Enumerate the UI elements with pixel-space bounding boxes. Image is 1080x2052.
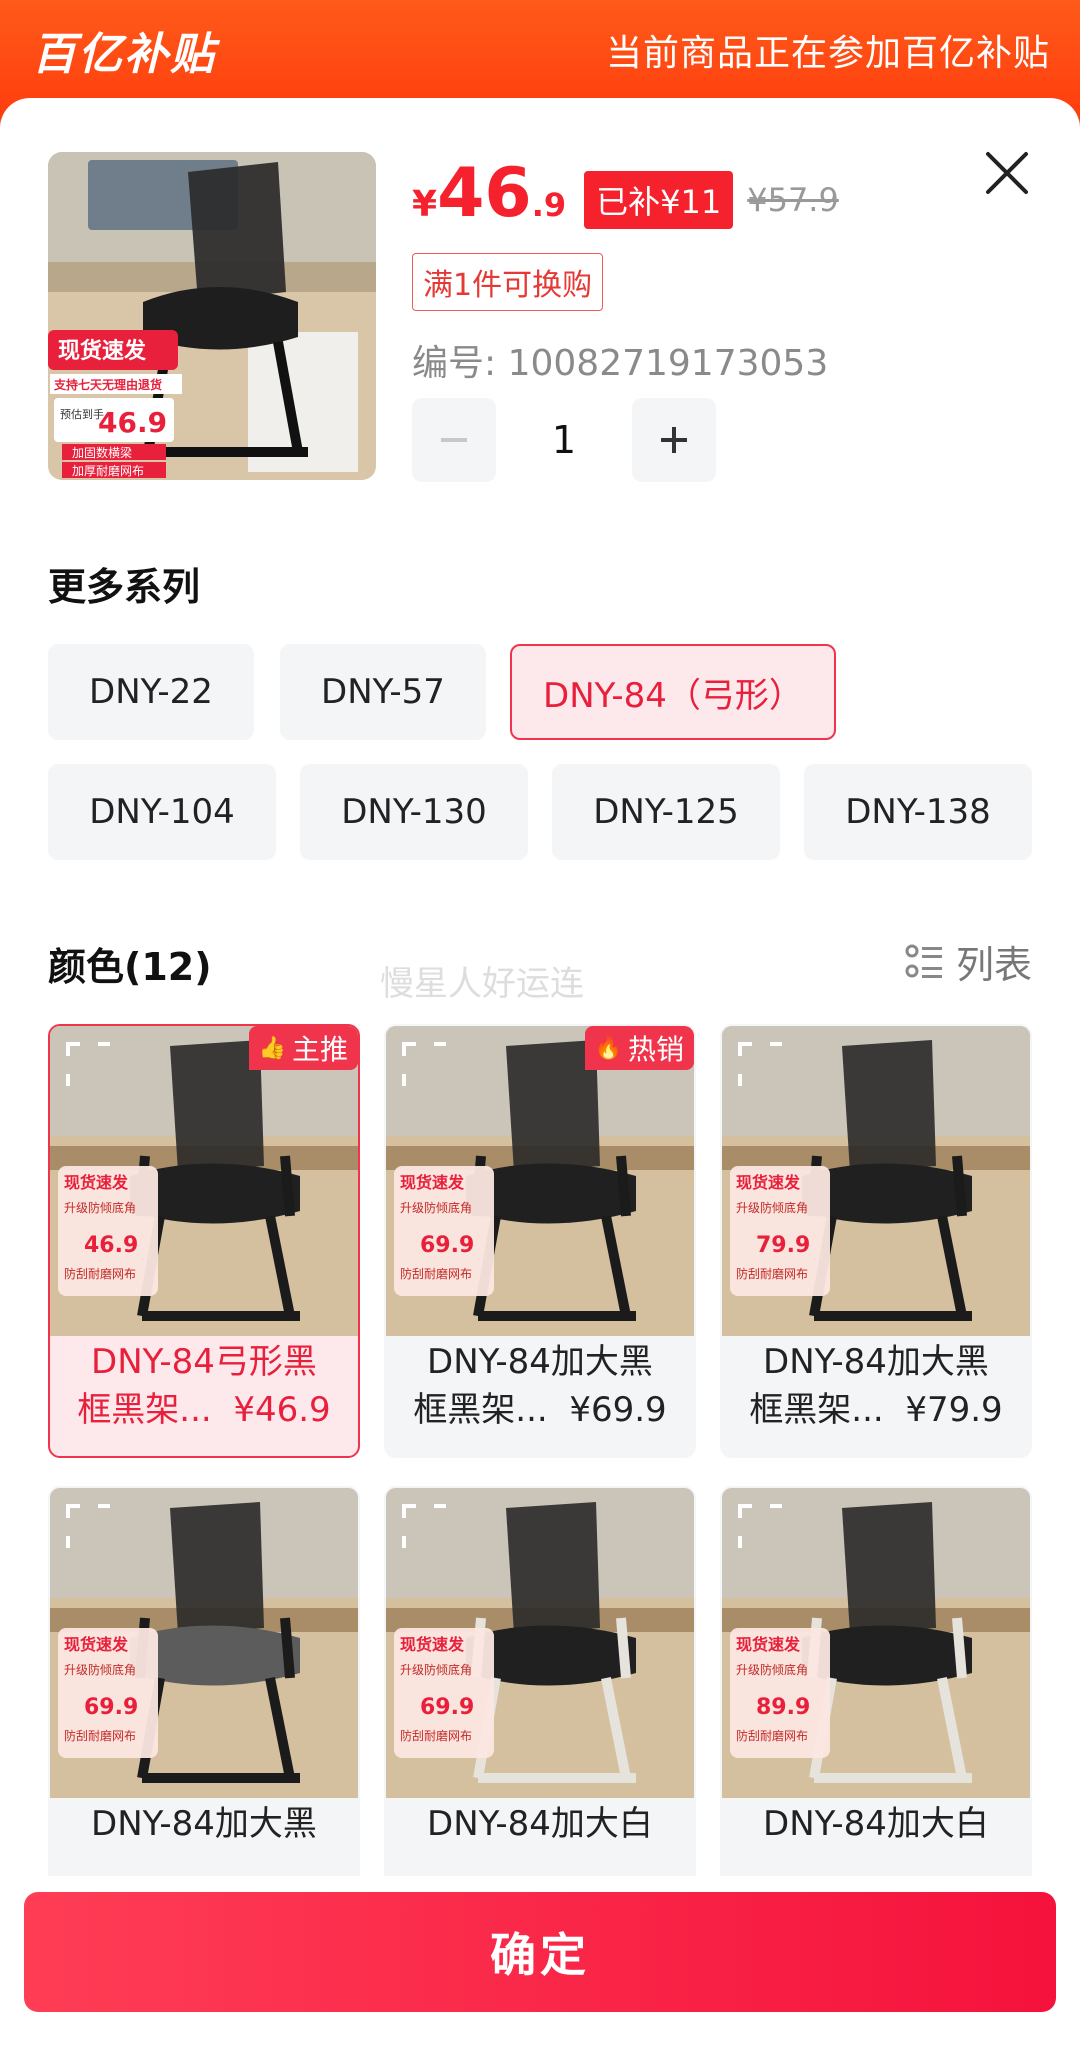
series-chip-selected[interactable]: DNY-84（弓形） bbox=[510, 644, 836, 740]
increase-quantity-button[interactable] bbox=[632, 398, 716, 482]
overlay-feature-2: 加厚耐磨网布 bbox=[72, 464, 144, 478]
color-option-label: DNY-84加大白 bbox=[386, 1800, 694, 1848]
color-option-card[interactable]: 现货速发升级防倾底角 69.9 防刮耐磨网布 DNY-84加大黑 框黑架... ¥69.… bbox=[384, 1024, 696, 1458]
color-option-name: DNY-84弓形黑 bbox=[91, 1342, 317, 1382]
list-view-label: 列表 bbox=[955, 942, 1032, 987]
card-overlay-mesh: 防刮耐磨网布 bbox=[64, 1728, 136, 1743]
color-option-card[interactable]: 现货速发升级防倾底角 89.9 防刮耐磨网布 DNY-84加大白 bbox=[720, 1486, 1032, 1920]
badge-label: 主推 bbox=[291, 1033, 348, 1066]
price-integer: 46 bbox=[437, 154, 532, 233]
color-option-image: 现货速发升级防倾底角 69.9 防刮耐磨网布 bbox=[50, 1488, 358, 1798]
overlay-fast-ship: 现货速发 bbox=[58, 338, 147, 364]
color-option-card[interactable]: 现货速发升级防倾底角 46.9 防刮耐磨网布 DNY-84弓形黑 框黑架... ¥46.… bbox=[48, 1024, 360, 1458]
series-chip[interactable]: DNY-130 bbox=[300, 764, 528, 860]
plus-icon bbox=[661, 427, 687, 453]
card-overlay-price: 69.9 bbox=[84, 1695, 138, 1720]
decrease-quantity-button[interactable] bbox=[412, 398, 496, 482]
color-option-name: DNY-84加大黑 bbox=[427, 1342, 653, 1382]
series-section-title: 更多系列 bbox=[48, 565, 201, 609]
series-chip[interactable]: DNY-57 bbox=[280, 644, 486, 740]
color-option-image: 现货速发升级防倾底角 69.9 防刮耐磨网布 bbox=[386, 1026, 694, 1336]
bottom-action-bar: 确定 bbox=[0, 1876, 1080, 2052]
overlay-est-price: 46.9 bbox=[98, 406, 167, 439]
color-option-image: 现货速发升级防倾底角 89.9 防刮耐磨网布 bbox=[722, 1488, 1030, 1798]
color-option-name: DNY-84加大黑 bbox=[91, 1804, 317, 1844]
color-section-title: 颜色(12) bbox=[48, 945, 212, 989]
badge-label: 热销 bbox=[627, 1033, 684, 1066]
price-row: ¥ 46 .9 已补¥11 ¥57.9 bbox=[412, 160, 839, 240]
series-chip[interactable]: DNY-125 bbox=[552, 764, 780, 860]
card-overlay-fast-ship: 现货速发 bbox=[736, 1635, 801, 1654]
sku-selector-sheet: 现货速发 支持七天无理由退货 预估到手 46.9 加固数横梁 加厚耐磨网布 ¥ … bbox=[0, 98, 1080, 2052]
color-option-label: DNY-84加大黑 bbox=[50, 1800, 358, 1848]
card-overlay-feature: 升级防倾底角 bbox=[64, 1662, 136, 1677]
card-overlay-mesh: 防刮耐磨网布 bbox=[400, 1266, 472, 1281]
exchange-promo-tag: 满1件可换购 bbox=[412, 253, 604, 311]
overlay-return-policy: 支持七天无理由退货 bbox=[53, 377, 162, 392]
card-overlay-fast-ship: 现货速发 bbox=[64, 1635, 129, 1654]
card-overlay-feature: 升级防倾底角 bbox=[64, 1200, 136, 1215]
list-view-toggle[interactable]: 列表 bbox=[904, 936, 1032, 987]
card-overlay-mesh: 防刮耐磨网布 bbox=[64, 1266, 136, 1281]
subsidy-notice: 当前商品正在参加百亿补贴 bbox=[605, 33, 1050, 74]
thumbs-up-icon: 👍 bbox=[258, 1035, 286, 1061]
quantity-value[interactable]: 1 bbox=[496, 418, 632, 462]
color-option-badge: 👍 主推 bbox=[248, 1026, 358, 1070]
color-option-name: DNY-84加大黑 bbox=[763, 1342, 989, 1382]
color-option-label: DNY-84加大白 bbox=[722, 1800, 1030, 1848]
card-overlay-fast-ship: 现货速发 bbox=[400, 1635, 465, 1654]
card-overlay-price: 69.9 bbox=[420, 1695, 474, 1720]
color-option-image: 现货速发升级防倾底角 79.9 防刮耐磨网布 bbox=[722, 1026, 1030, 1336]
color-option-card[interactable]: 现货速发升级防倾底角 79.9 防刮耐磨网布 DNY-84加大黑 框黑架... ¥79.… bbox=[720, 1024, 1032, 1458]
list-icon bbox=[905, 944, 942, 978]
subsidy-logo: 百亿补贴 bbox=[32, 22, 216, 80]
color-option-label: DNY-84弓形黑 框黑架... ¥46.9 bbox=[50, 1338, 358, 1434]
card-overlay-mesh: 防刮耐磨网布 bbox=[736, 1266, 808, 1281]
color-option-badge: 🔥 热销 bbox=[584, 1026, 694, 1070]
color-option-price: 框黑架... ¥46.9 bbox=[77, 1390, 331, 1430]
card-overlay-feature: 升级防倾底角 bbox=[736, 1662, 808, 1677]
series-chip[interactable]: DNY-138 bbox=[804, 764, 1032, 860]
card-overlay-price: 69.9 bbox=[420, 1233, 474, 1258]
color-option-name: DNY-84加大白 bbox=[427, 1804, 653, 1844]
product-image[interactable]: 现货速发 支持七天无理由退货 预估到手 46.9 加固数横梁 加厚耐磨网布 bbox=[48, 152, 376, 480]
subsidy-logo-text: 百亿补贴 bbox=[32, 29, 216, 80]
card-overlay-price: 46.9 bbox=[84, 1233, 138, 1258]
card-overlay-price: 89.9 bbox=[756, 1695, 810, 1720]
confirm-button[interactable]: 确定 bbox=[24, 1892, 1056, 2012]
card-overlay-feature: 升级防倾底角 bbox=[400, 1200, 472, 1215]
color-option-image: 现货速发升级防倾底角 69.9 防刮耐磨网布 bbox=[386, 1488, 694, 1798]
card-overlay-fast-ship: 现货速发 bbox=[736, 1173, 801, 1192]
price-symbol: ¥ bbox=[412, 184, 438, 225]
card-overlay-feature: 升级防倾底角 bbox=[736, 1200, 808, 1215]
card-overlay-mesh: 防刮耐磨网布 bbox=[400, 1728, 472, 1743]
series-chip[interactable]: DNY-104 bbox=[48, 764, 276, 860]
card-overlay-fast-ship: 现货速发 bbox=[400, 1173, 465, 1192]
color-option-label: DNY-84加大黑 框黑架... ¥79.9 bbox=[722, 1338, 1030, 1434]
watermark-text: 慢星人好运连 bbox=[380, 964, 584, 1004]
original-price: ¥57.9 bbox=[747, 181, 839, 219]
price-decimal: .9 bbox=[531, 186, 567, 224]
sku-code: 编号: 10082719173053 bbox=[412, 343, 829, 384]
card-overlay-fast-ship: 现货速发 bbox=[64, 1173, 129, 1192]
fire-icon: 🔥 bbox=[594, 1035, 622, 1061]
card-overlay-feature: 升级防倾底角 bbox=[400, 1662, 472, 1677]
color-option-name: DNY-84加大白 bbox=[763, 1804, 989, 1844]
color-option-card[interactable]: 现货速发升级防倾底角 69.9 防刮耐磨网布 DNY-84加大黑 bbox=[48, 1486, 360, 1920]
card-overlay-mesh: 防刮耐磨网布 bbox=[736, 1728, 808, 1743]
color-option-card[interactable]: 现货速发升级防倾底角 69.9 防刮耐磨网布 DNY-84加大白 bbox=[384, 1486, 696, 1920]
card-overlay-price: 79.9 bbox=[756, 1233, 810, 1258]
color-option-label: DNY-84加大黑 框黑架... ¥69.9 bbox=[386, 1338, 694, 1434]
close-icon[interactable] bbox=[982, 148, 1032, 198]
color-option-price: 框黑架... ¥69.9 bbox=[413, 1390, 667, 1430]
color-option-image: 现货速发升级防倾底角 46.9 防刮耐磨网布 bbox=[50, 1026, 358, 1336]
overlay-feature-1: 加固数横梁 bbox=[72, 445, 132, 460]
subsidy-amount-badge: 已补¥11 bbox=[584, 171, 734, 229]
color-option-price: 框黑架... ¥79.9 bbox=[749, 1390, 1003, 1430]
quantity-stepper: 1 bbox=[412, 398, 716, 482]
series-chip[interactable]: DNY-22 bbox=[48, 644, 254, 740]
minus-icon bbox=[441, 438, 467, 442]
